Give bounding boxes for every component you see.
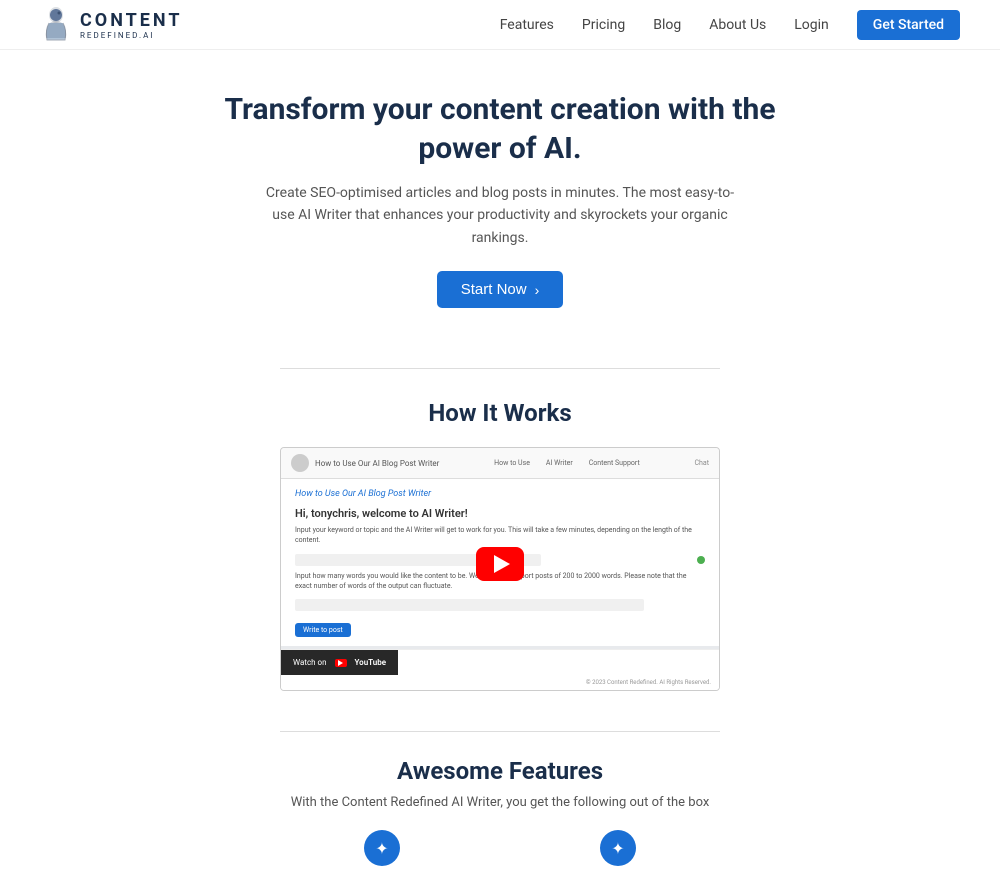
- feature-icon-1-symbol: ✦: [375, 839, 388, 858]
- start-now-button[interactable]: Start Now ›: [437, 271, 564, 308]
- video-ai-title: How to Use Our AI Blog Post Writer: [295, 489, 705, 499]
- video-body-text-1: Input your keyword or topic and the AI W…: [295, 526, 705, 546]
- nav-login[interactable]: Login: [794, 17, 829, 33]
- yt-tab-3[interactable]: Content Support: [585, 457, 644, 469]
- logo-area: CONTENT REDEFINED.AI: [40, 6, 183, 44]
- youtube-brand-text: YouTube: [355, 658, 387, 667]
- youtube-icon: [335, 659, 347, 667]
- yt-top-bar-left: How to Use Our AI Blog Post Writer: [291, 454, 439, 472]
- watch-on-text: Watch on: [293, 658, 327, 667]
- hero-section: Transform your content creation with the…: [0, 50, 1000, 338]
- start-now-label: Start Now: [461, 281, 527, 298]
- youtube-play-rect: [335, 659, 347, 667]
- awesome-features-subtitle: With the Content Redefined AI Writer, yo…: [20, 795, 980, 810]
- video-inner: How to Use Our AI Blog Post Writer Hi, t…: [281, 479, 719, 649]
- awesome-features-section: Awesome Features With the Content Redefi…: [0, 732, 1000, 876]
- youtube-mini-triangle: [338, 660, 343, 666]
- nav-blog[interactable]: Blog: [653, 17, 681, 33]
- yt-right-tab[interactable]: Chat: [694, 459, 709, 467]
- logo-text: CONTENT REDEFINED.AI: [80, 10, 183, 40]
- header: CONTENT REDEFINED.AI Features Pricing Bl…: [0, 0, 1000, 50]
- yt-tab-1[interactable]: How to Use: [490, 457, 534, 469]
- hero-subtitle: Create SEO-optimised articles and blog p…: [260, 182, 740, 249]
- feature-icon-2[interactable]: ✦: [600, 830, 636, 866]
- play-button-overlay[interactable]: [476, 547, 524, 581]
- yt-video-title: How to Use Our AI Blog Post Writer: [315, 459, 439, 468]
- feature-icon-2-symbol: ✦: [611, 839, 624, 858]
- main-nav: Features Pricing Blog About Us Login Get…: [500, 10, 960, 40]
- yt-tabs: How to Use AI Writer Content Support: [490, 457, 644, 469]
- start-now-arrow: ›: [535, 282, 540, 298]
- nav-about[interactable]: About Us: [709, 17, 766, 33]
- video-container[interactable]: How to Use Our AI Blog Post Writer How t…: [280, 447, 720, 691]
- how-it-works-heading: How It Works: [20, 399, 980, 427]
- video-copyright: © 2023 Content Redefined. AI Rights Rese…: [281, 675, 719, 690]
- video-bottom-area: Watch on YouTube © 2023 Content Redefine…: [281, 649, 719, 690]
- how-it-works-section: How It Works How to Use Our AI Blog Post…: [0, 369, 1000, 711]
- play-triangle-icon: [494, 555, 510, 573]
- hero-title: Transform your content creation with the…: [190, 90, 810, 168]
- feature-icon-1[interactable]: ✦: [364, 830, 400, 866]
- video-greeting: Hi, tonychris, welcome to AI Writer!: [295, 507, 705, 520]
- awesome-features-heading: Awesome Features: [20, 757, 980, 785]
- nav-get-started[interactable]: Get Started: [857, 10, 960, 40]
- yt-logo-circle: [291, 454, 309, 472]
- write-to-post-btn[interactable]: Write to post: [295, 623, 351, 637]
- video-input-mock-2: [295, 599, 644, 611]
- logo-subtitle-text: REDEFINED.AI: [80, 31, 183, 40]
- play-button[interactable]: [476, 547, 524, 581]
- watch-on-youtube-bar[interactable]: Watch on YouTube: [281, 650, 398, 675]
- yt-tab-2[interactable]: AI Writer: [542, 457, 577, 469]
- nav-pricing[interactable]: Pricing: [582, 17, 625, 33]
- logo-icon: [40, 6, 72, 44]
- features-icons-row: ✦ ✦: [20, 830, 980, 866]
- nav-features[interactable]: Features: [500, 17, 554, 33]
- yt-top-bar: How to Use Our AI Blog Post Writer How t…: [281, 448, 719, 479]
- logo-content-text: CONTENT: [80, 10, 183, 31]
